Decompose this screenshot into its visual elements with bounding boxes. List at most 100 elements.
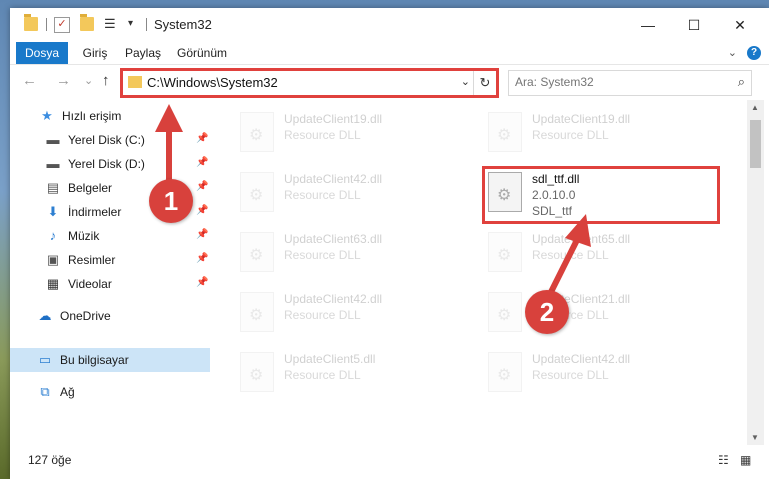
- vertical-scrollbar[interactable]: ▲ ▼: [747, 100, 764, 445]
- sidebar-item-quick-access[interactable]: ★ Hızlı erişim: [10, 104, 210, 128]
- sidebar-item-videos[interactable]: ▦ Videolar 📌: [10, 272, 210, 296]
- scrollbar-thumb[interactable]: [750, 120, 761, 168]
- window-title: System32: [154, 17, 212, 32]
- item-count: 127 öğe: [28, 453, 72, 467]
- scroll-down-icon[interactable]: ▼: [751, 433, 759, 442]
- details-view-icon[interactable]: ☷: [718, 453, 729, 467]
- search-icon[interactable]: ⌕: [738, 74, 745, 90]
- file-item[interactable]: UpdateClient42.dll Resource DLL: [484, 348, 714, 398]
- tab-file[interactable]: Dosya: [16, 42, 68, 64]
- file-description: Resource DLL: [284, 128, 361, 142]
- sidebar-item-local-disk-d[interactable]: ▬ Yerel Disk (D:) 📌: [10, 152, 210, 176]
- dll-file-icon: [240, 292, 274, 332]
- help-icon[interactable]: ?: [747, 46, 761, 60]
- file-description: Resource DLL: [284, 248, 361, 262]
- file-item[interactable]: UpdateClient21.dll Resource DLL: [484, 288, 714, 338]
- dll-file-icon: [488, 112, 522, 152]
- sidebar-item-label: Yerel Disk (C:): [68, 133, 145, 147]
- file-item[interactable]: UpdateClient19.dll Resource DLL: [236, 108, 466, 158]
- file-item[interactable]: UpdateClient19.dll Resource DLL: [484, 108, 714, 158]
- file-item[interactable]: UpdateClient5.dll Resource DLL: [236, 348, 466, 398]
- file-item[interactable]: UpdateClient65.dll Resource DLL: [484, 228, 714, 278]
- tab-view[interactable]: Görünüm: [174, 42, 230, 64]
- pin-icon[interactable]: 📌: [196, 229, 208, 240]
- pin-icon[interactable]: 📌: [196, 133, 208, 144]
- star-icon: ★: [41, 108, 53, 123]
- file-name: UpdateClient42.dll: [532, 352, 631, 366]
- pin-icon[interactable]: 📌: [196, 253, 208, 264]
- file-item[interactable]: UpdateClient42.dll Resource DLL: [236, 288, 466, 338]
- pin-icon[interactable]: 📌: [196, 277, 208, 288]
- file-item[interactable]: UpdateClient42.dll Resource DLL: [236, 168, 466, 218]
- dll-file-icon: [488, 352, 522, 392]
- recent-locations-icon[interactable]: ⌄: [84, 74, 93, 87]
- new-folder-icon[interactable]: [80, 14, 94, 31]
- address-bar-highlight: [120, 68, 499, 98]
- search-box[interactable]: ⌕: [508, 70, 752, 96]
- sidebar-item-label: Belgeler: [68, 181, 113, 195]
- network-icon: ⧉: [40, 384, 50, 399]
- sidebar-item-label: Bu bilgisayar: [60, 353, 129, 367]
- file-list: UpdateClient19.dll Resource DLL UpdateCl…: [210, 100, 747, 445]
- sidebar-item-onedrive[interactable]: ☁ OneDrive: [10, 304, 210, 328]
- properties-check-icon[interactable]: ✓: [54, 17, 70, 33]
- callout-2: 2: [525, 290, 569, 334]
- file-description: Resource DLL: [532, 128, 609, 142]
- file-highlight: [482, 166, 720, 224]
- ribbon-expand-icon[interactable]: ⌄: [728, 42, 737, 64]
- tab-share[interactable]: Paylaş: [122, 42, 164, 64]
- file-description: Resource DLL: [532, 248, 609, 262]
- toolbar-separator: [46, 18, 47, 31]
- title-bar: ✓ ☰ ▾ System32 — ☐ ✕: [10, 8, 769, 42]
- file-description: Resource DLL: [284, 308, 361, 322]
- dll-file-icon: [240, 172, 274, 212]
- file-name: UpdateClient63.dll: [284, 232, 383, 246]
- pictures-icon: ▣: [46, 252, 60, 267]
- large-icons-view-icon[interactable]: ▦: [740, 453, 751, 467]
- dll-file-icon: [240, 352, 274, 392]
- sidebar-item-label: Yerel Disk (D:): [68, 157, 145, 171]
- sidebar-item-label: Videolar: [68, 277, 112, 291]
- sidebar-item-local-disk-c[interactable]: ▬ Yerel Disk (C:) 📌: [10, 128, 210, 152]
- maximize-button[interactable]: ☐: [671, 8, 717, 42]
- file-item[interactable]: UpdateClient63.dll Resource DLL: [236, 228, 466, 278]
- tab-home[interactable]: Giriş: [78, 42, 112, 64]
- sidebar-item-this-pc[interactable]: ▭ Bu bilgisayar: [10, 348, 210, 372]
- close-button[interactable]: ✕: [717, 8, 763, 42]
- music-icon: ♪: [49, 228, 57, 243]
- file-name: UpdateClient42.dll: [284, 292, 383, 306]
- minimize-button[interactable]: —: [625, 8, 671, 42]
- navigation-pane: ★ Hızlı erişim ▬ Yerel Disk (C:) 📌 ▬ Yer…: [10, 100, 210, 445]
- callout-1: 1: [149, 179, 193, 223]
- video-icon: ▦: [46, 276, 60, 291]
- search-input[interactable]: [515, 75, 725, 89]
- status-bar: 127 öğe ☷ ▦: [10, 445, 769, 479]
- sidebar-item-label: Resimler: [68, 253, 116, 267]
- dll-file-icon: [240, 232, 274, 272]
- pin-icon[interactable]: 📌: [196, 181, 208, 192]
- file-description: Resource DLL: [284, 368, 361, 382]
- sidebar-item-label: Müzik: [68, 229, 100, 243]
- sidebar-item-music[interactable]: ♪ Müzik 📌: [10, 224, 210, 248]
- up-button[interactable]: ↑: [102, 72, 110, 89]
- file-name: UpdateClient5.dll: [284, 352, 376, 366]
- sidebar-item-label: İndirmeler: [68, 205, 122, 219]
- scroll-up-icon[interactable]: ▲: [751, 103, 759, 112]
- download-icon: ⬇: [47, 204, 59, 219]
- customize-toolbar-icon[interactable]: ☰: [104, 17, 118, 31]
- file-description: Resource DLL: [284, 188, 361, 202]
- pin-icon[interactable]: 📌: [196, 205, 208, 216]
- quick-access-dropdown-icon[interactable]: ▾: [128, 17, 142, 31]
- sidebar-item-network[interactable]: ⧉ Ağ: [10, 380, 210, 404]
- file-description: Resource DLL: [532, 368, 609, 382]
- file-name: UpdateClient42.dll: [284, 172, 383, 186]
- document-icon: ▤: [46, 180, 60, 195]
- ribbon-tabs: Dosya Giriş Paylaş Görünüm ⌄ ?: [10, 42, 769, 65]
- cloud-icon: ☁: [38, 308, 52, 323]
- back-button[interactable]: ←: [22, 72, 37, 89]
- pin-icon[interactable]: 📌: [196, 157, 208, 168]
- sidebar-item-pictures[interactable]: ▣ Resimler 📌: [10, 248, 210, 272]
- dll-file-icon: [488, 232, 522, 272]
- drive-icon: ▬: [46, 156, 60, 171]
- forward-button[interactable]: →: [56, 72, 71, 89]
